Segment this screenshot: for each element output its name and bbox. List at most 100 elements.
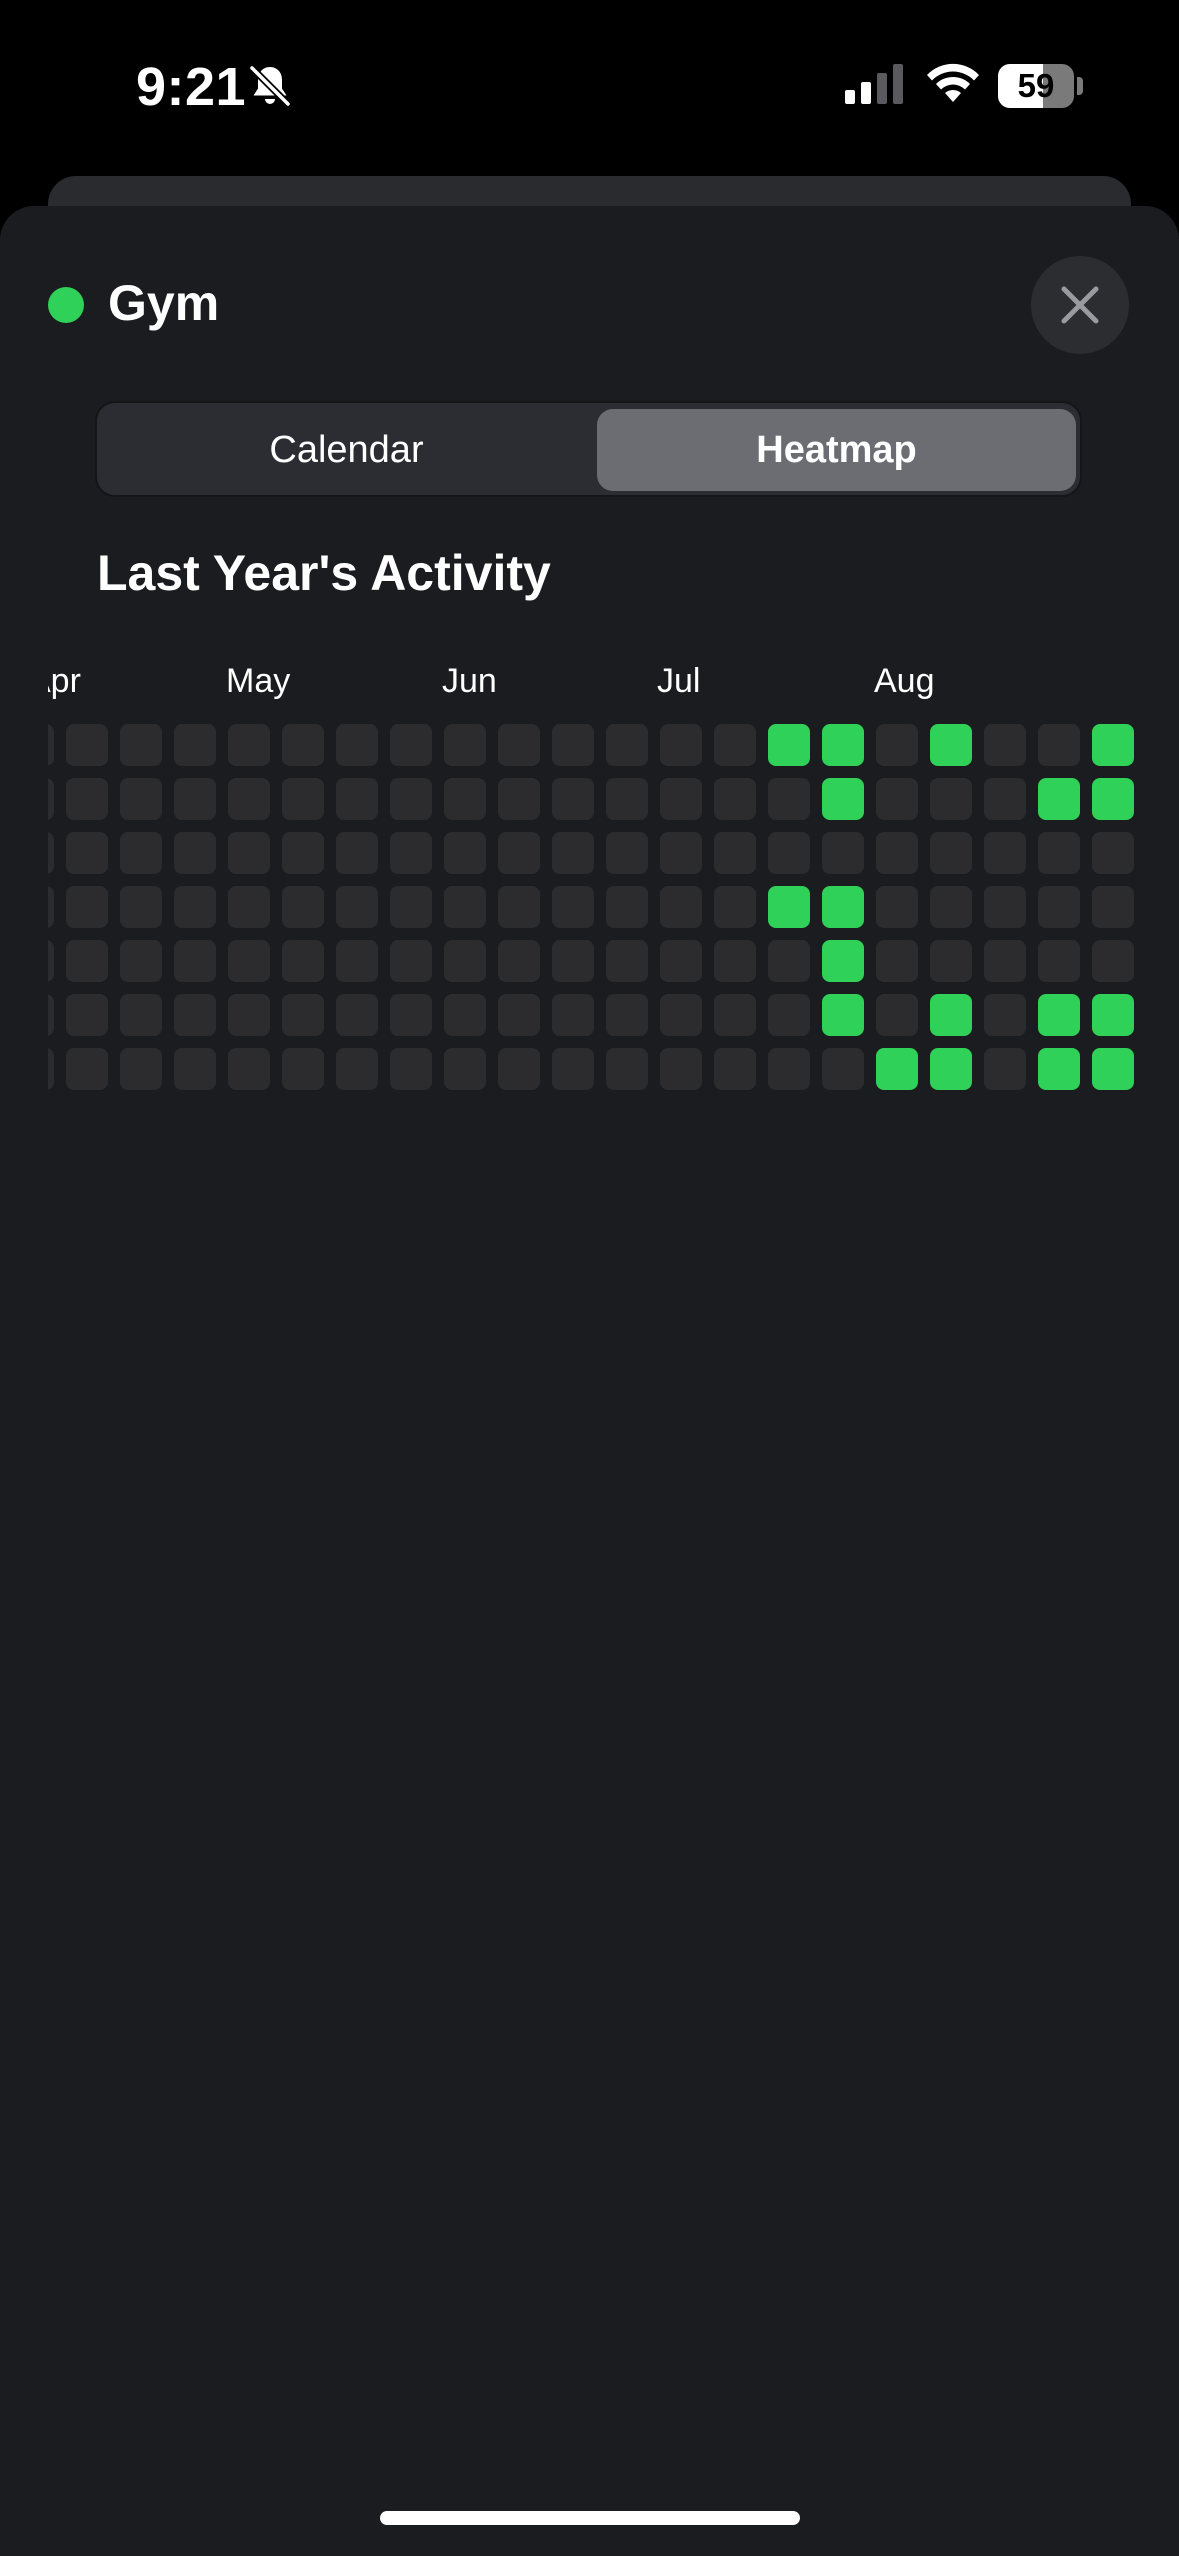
heatmap-cell bbox=[552, 994, 594, 1036]
heatmap-cell bbox=[930, 724, 972, 766]
heatmap-cell bbox=[714, 886, 756, 928]
heatmap-cell bbox=[336, 994, 378, 1036]
heatmap-cell bbox=[390, 940, 432, 982]
heatmap-cell bbox=[282, 778, 324, 820]
heatmap-cell bbox=[120, 886, 162, 928]
heatmap-cell bbox=[552, 724, 594, 766]
heatmap-cell bbox=[48, 1048, 54, 1090]
heatmap-cell bbox=[48, 832, 54, 874]
heatmap-cell bbox=[768, 832, 810, 874]
heatmap-cell bbox=[714, 940, 756, 982]
heatmap-cell bbox=[174, 1048, 216, 1090]
heatmap-cell bbox=[876, 832, 918, 874]
heatmap-cell bbox=[552, 940, 594, 982]
status-bar: 9:21 59 bbox=[0, 0, 1179, 170]
heatmap-cell bbox=[228, 940, 270, 982]
tab-calendar[interactable]: Calendar bbox=[103, 409, 590, 491]
close-button[interactable] bbox=[1031, 256, 1129, 354]
heatmap-cell bbox=[174, 994, 216, 1036]
heatmap-cell bbox=[390, 724, 432, 766]
heatmap-cell bbox=[120, 778, 162, 820]
activity-heatmap bbox=[48, 720, 1138, 1100]
heatmap-cell bbox=[984, 886, 1026, 928]
home-indicator bbox=[380, 2511, 800, 2525]
heatmap-cell bbox=[606, 940, 648, 982]
heatmap-cell bbox=[498, 940, 540, 982]
heatmap-cell bbox=[1038, 1048, 1080, 1090]
heatmap-cell bbox=[498, 832, 540, 874]
heatmap-cell bbox=[552, 778, 594, 820]
heatmap-cell bbox=[930, 886, 972, 928]
heatmap-cell bbox=[606, 1048, 648, 1090]
heatmap-cell bbox=[282, 1048, 324, 1090]
heatmap-cell bbox=[930, 994, 972, 1036]
heatmap-cell bbox=[444, 886, 486, 928]
heatmap-cell bbox=[66, 778, 108, 820]
heatmap-cell bbox=[444, 832, 486, 874]
heatmap-cell bbox=[660, 1048, 702, 1090]
heatmap-cell bbox=[606, 994, 648, 1036]
xmark-icon bbox=[1061, 286, 1099, 324]
battery-tip bbox=[1077, 77, 1083, 95]
tab-heatmap[interactable]: Heatmap bbox=[597, 409, 1076, 491]
heatmap-cell bbox=[714, 724, 756, 766]
heatmap-cell bbox=[336, 832, 378, 874]
heatmap-cell bbox=[714, 1048, 756, 1090]
heatmap-cell bbox=[282, 994, 324, 1036]
heatmap-cell bbox=[768, 1048, 810, 1090]
heatmap-cell bbox=[120, 940, 162, 982]
habit-title: Gym bbox=[108, 275, 220, 331]
heatmap-cell bbox=[768, 778, 810, 820]
heatmap-cell bbox=[930, 778, 972, 820]
heatmap-cell bbox=[120, 1048, 162, 1090]
battery-percentage: 59 bbox=[1017, 67, 1055, 104]
heatmap-cell bbox=[984, 832, 1026, 874]
month-label-jul: Jul bbox=[657, 662, 701, 700]
heatmap-cell bbox=[66, 724, 108, 766]
heatmap-cell bbox=[498, 724, 540, 766]
heatmap-cell bbox=[876, 724, 918, 766]
heatmap-cell bbox=[714, 994, 756, 1036]
habit-color-dot bbox=[48, 287, 84, 323]
heatmap-cell bbox=[336, 1048, 378, 1090]
heatmap-cell bbox=[876, 886, 918, 928]
heatmap-cell bbox=[174, 886, 216, 928]
heatmap-cell bbox=[48, 940, 54, 982]
heatmap-cell bbox=[120, 724, 162, 766]
heatmap-cell bbox=[228, 1048, 270, 1090]
heatmap-cell bbox=[282, 832, 324, 874]
heatmap-cell bbox=[984, 724, 1026, 766]
heatmap-cell bbox=[390, 994, 432, 1036]
heatmap-cell bbox=[228, 778, 270, 820]
heatmap-cell bbox=[120, 994, 162, 1036]
heatmap-cell bbox=[498, 886, 540, 928]
heatmap-cell bbox=[660, 886, 702, 928]
heatmap-cell bbox=[174, 778, 216, 820]
heatmap-cell bbox=[606, 886, 648, 928]
heatmap-cell bbox=[282, 724, 324, 766]
heatmap-cell bbox=[822, 940, 864, 982]
heatmap-cell bbox=[930, 832, 972, 874]
heatmap-cell bbox=[660, 724, 702, 766]
heatmap-cell bbox=[282, 940, 324, 982]
heatmap-cell bbox=[282, 886, 324, 928]
heatmap-cell bbox=[606, 724, 648, 766]
heatmap-cell bbox=[48, 778, 54, 820]
heatmap-cell bbox=[876, 940, 918, 982]
heatmap-cell bbox=[822, 832, 864, 874]
heatmap-cell bbox=[444, 778, 486, 820]
heatmap-cell bbox=[984, 940, 1026, 982]
heatmap-cell bbox=[444, 724, 486, 766]
heatmap-cell bbox=[1038, 940, 1080, 982]
status-time: 9:21 bbox=[136, 57, 247, 117]
cellular-signal-icon bbox=[845, 64, 903, 104]
heatmap-cell bbox=[660, 832, 702, 874]
month-label-apr: Apr bbox=[48, 662, 81, 700]
bell-slash-icon bbox=[248, 64, 292, 108]
heatmap-cell bbox=[228, 886, 270, 928]
heatmap-cell bbox=[660, 778, 702, 820]
heatmap-cell bbox=[444, 1048, 486, 1090]
heatmap-cell bbox=[822, 724, 864, 766]
heatmap-cell bbox=[498, 778, 540, 820]
heatmap-cell bbox=[498, 1048, 540, 1090]
